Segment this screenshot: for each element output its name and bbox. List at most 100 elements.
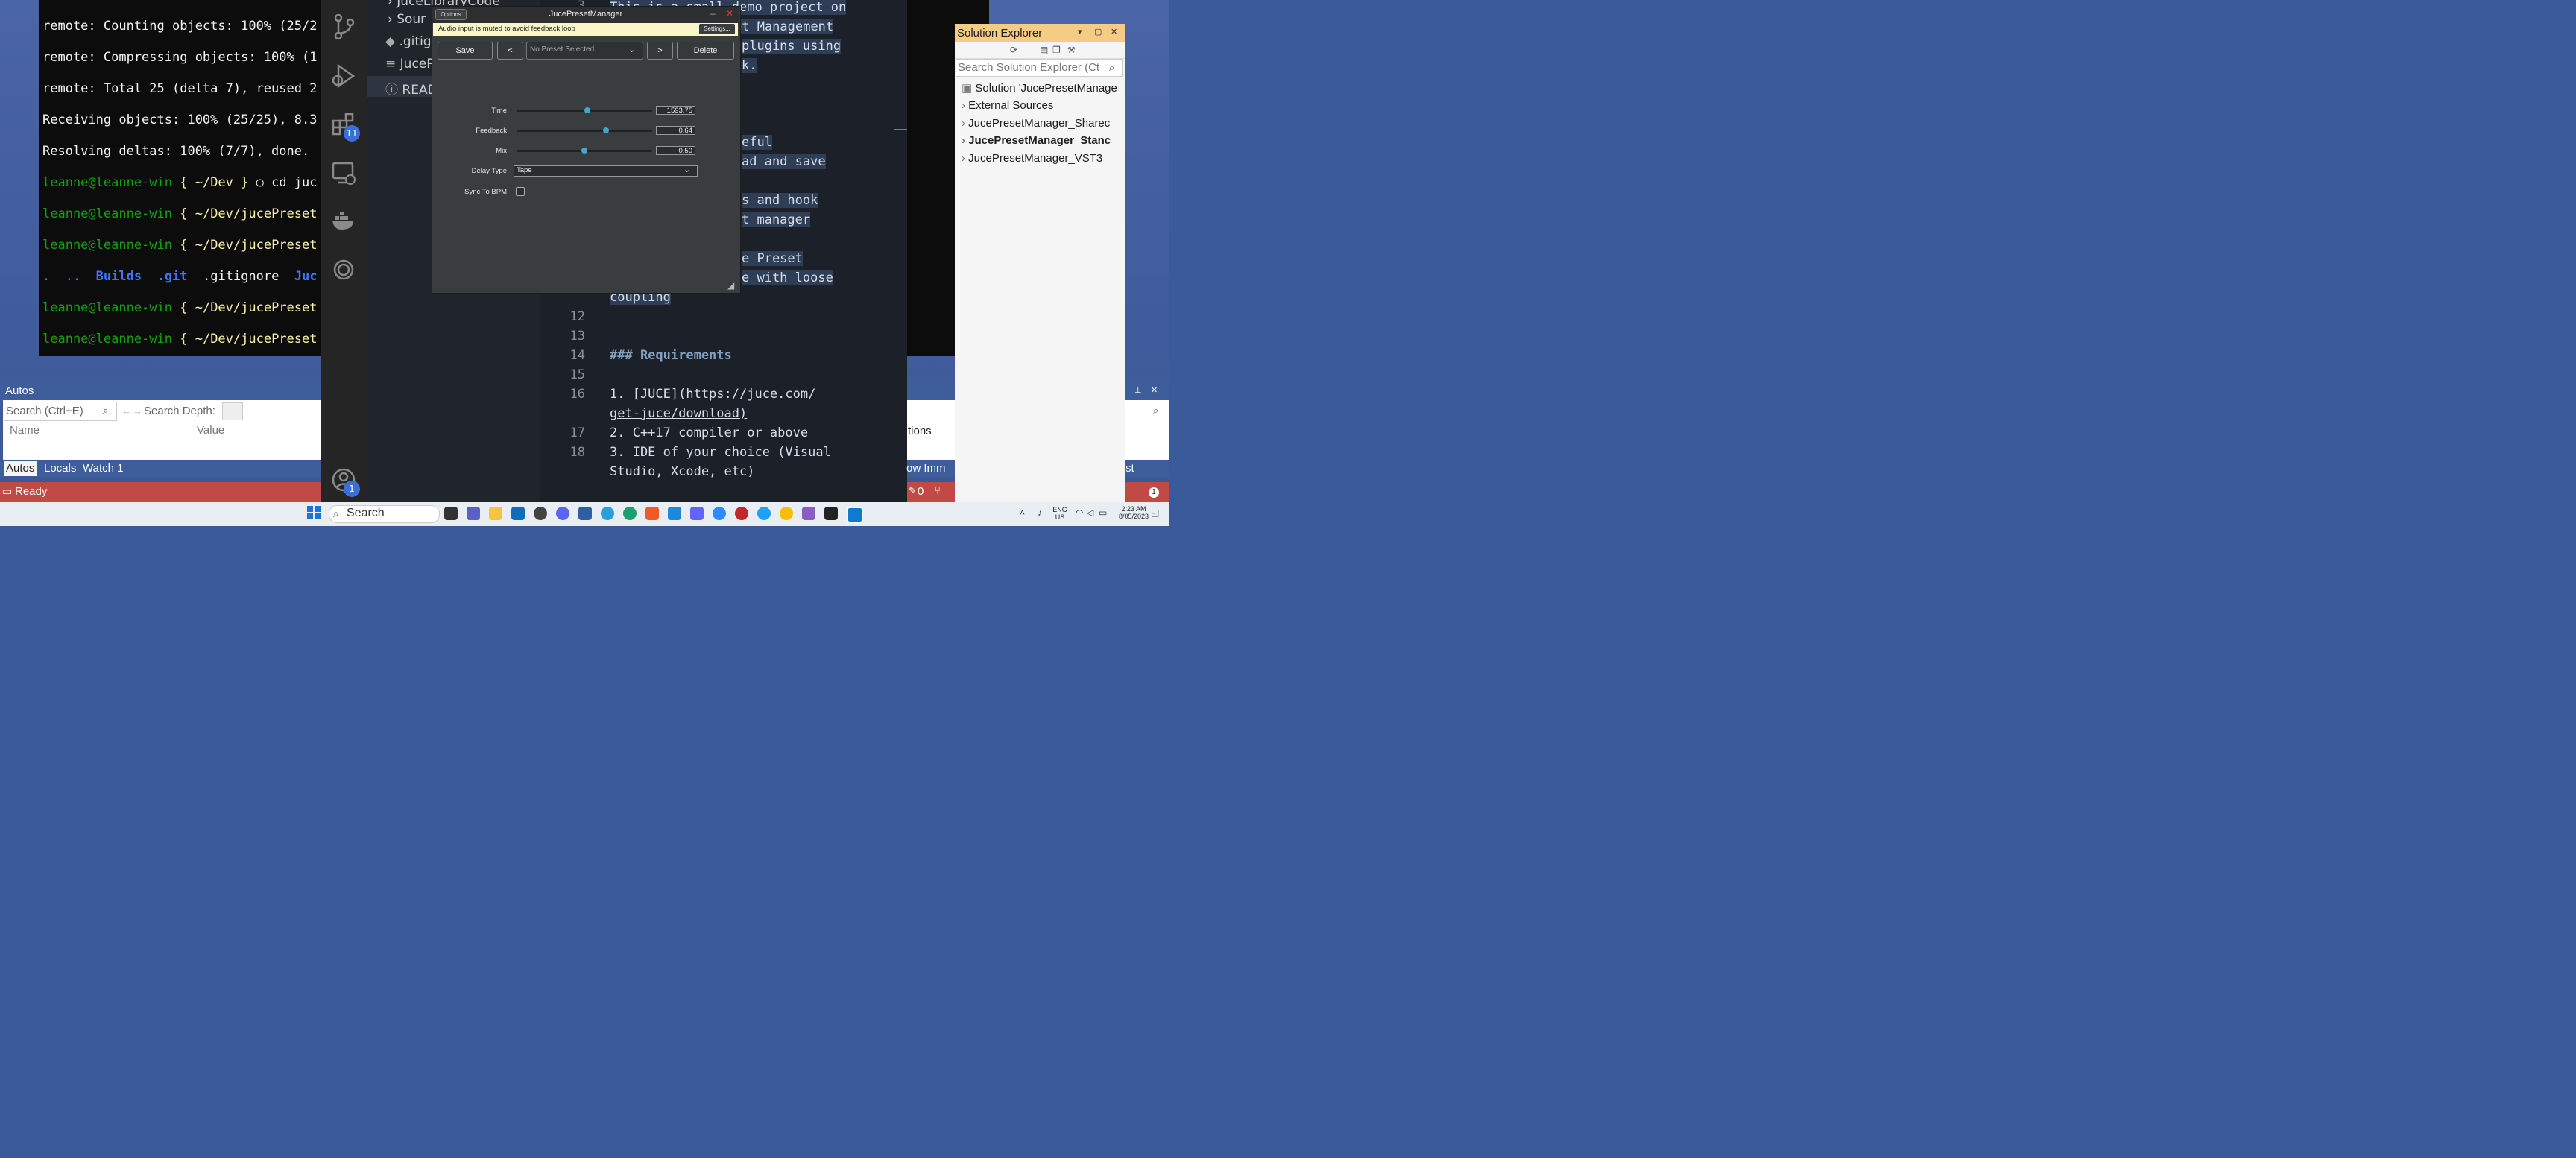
time-value-field[interactable]: 1593.75 [656, 106, 695, 115]
clock-time: 2:23 AM [1121, 505, 1146, 513]
line-number: 13 [569, 329, 585, 344]
wifi-icon[interactable]: ◠ [1076, 507, 1083, 518]
close-icon[interactable]: ✕ [1111, 27, 1117, 37]
juce-app-taskbar-icon[interactable] [847, 507, 863, 523]
run-debug-icon[interactable] [330, 63, 357, 89]
solution-explorer-title: Solution Explorer [957, 27, 1043, 39]
source-control-icon[interactable] [330, 13, 357, 40]
teams-icon[interactable] [467, 507, 480, 520]
tree-item-startup[interactable]: › JucePresetManager_Stanc [962, 134, 1111, 147]
delay-type-select[interactable] [514, 165, 698, 177]
volume-icon[interactable]: ◁ [1087, 507, 1093, 518]
tree-item[interactable]: › JucePresetManager_Sharec [962, 117, 1110, 130]
collapse-icon[interactable]: ▤ [1040, 45, 1048, 55]
microphone-icon[interactable]: ♪ [1038, 507, 1042, 518]
save-button[interactable]: Save [438, 42, 493, 60]
previous-preset-button[interactable]: < [497, 42, 523, 60]
remote-explorer-icon[interactable] [330, 160, 357, 187]
twitter-icon[interactable] [757, 507, 771, 520]
mix-slider-thumb[interactable] [581, 148, 587, 154]
tab-list[interactable]: st [1126, 462, 1134, 475]
tab-watch-1[interactable]: Watch 1 [80, 461, 125, 476]
time-slider-thumb[interactable] [584, 107, 590, 113]
telegram-icon[interactable] [601, 507, 614, 520]
search-icon: ⌕ [333, 507, 339, 519]
task-view-icon[interactable] [444, 507, 458, 520]
maximize-icon[interactable]: ▢ [1094, 27, 1102, 37]
explorer-item-file[interactable]: ◆ .gitig [385, 34, 432, 49]
search-icon[interactable]: ⌕ [1109, 62, 1114, 74]
next-preset-button[interactable]: > [647, 42, 673, 60]
terminal-taskbar-icon[interactable] [824, 507, 838, 520]
firefox-icon[interactable] [735, 507, 748, 520]
explorer-item-label: .gitig [399, 34, 432, 49]
settings-button[interactable]: Settings... [699, 24, 735, 34]
sync-to-bpm-checkbox[interactable] [516, 187, 525, 196]
region-label: US [1055, 513, 1065, 521]
dropdown-arrow-icon[interactable]: ▾ [1078, 27, 1082, 37]
resize-grip-icon[interactable]: ◢ [727, 280, 734, 291]
delete-button[interactable]: Delete [677, 42, 734, 60]
account-badge: 1 [344, 481, 360, 497]
discord-icon[interactable] [556, 507, 569, 520]
tree-item[interactable]: › JucePresetManager_VST3 [962, 152, 1102, 165]
tree-item[interactable]: ▣ Solution 'JucePresetManage [962, 81, 1117, 95]
column-header-value[interactable]: Value [197, 424, 224, 437]
chevron-up-icon[interactable]: ˄ [1020, 507, 1025, 518]
explorer-item-file[interactable]: ⓘ READ [385, 79, 438, 98]
sync-icon[interactable]: ⟳ [1010, 45, 1017, 55]
notification-icon[interactable]: ◱ [1151, 507, 1159, 518]
tree-item-label: JucePresetManager_Stanc [968, 134, 1111, 147]
terminal-prompt: leanne@leanne-win { ~/Dev } ○ cd juc [42, 175, 320, 191]
dell-icon[interactable] [534, 507, 547, 520]
branch-icon[interactable]: ⑂ [935, 485, 941, 496]
notification-badge[interactable]: 1 [1149, 487, 1159, 498]
explorer-item-label: JuceP [400, 57, 435, 72]
explorer-item-file[interactable]: ≡ JuceP [385, 57, 435, 72]
tab-immediate[interactable]: ow Imm [906, 462, 946, 475]
close-icon[interactable]: ✕ [1151, 385, 1158, 395]
explorer-item-folder[interactable]: › Sour [388, 12, 426, 27]
code-line: k. [742, 58, 757, 73]
close-icon[interactable]: ✕ [726, 8, 733, 19]
powershell-icon[interactable] [578, 507, 592, 520]
tab-autos[interactable]: Autos [4, 461, 37, 476]
chrome-icon[interactable] [780, 507, 793, 520]
pin-icon[interactable]: ⊥ [1134, 385, 1142, 395]
battery-icon[interactable]: ▭ [1099, 507, 1107, 518]
code-line: 2. C++17 compiler or above [610, 425, 809, 440]
file-lines-icon: ≡ [385, 57, 397, 72]
copy-icon[interactable]: ❐ [1052, 45, 1061, 55]
search-icon[interactable]: ⌕ [103, 405, 108, 417]
ls-juc: Juc [294, 269, 318, 284]
visual-studio-icon[interactable] [802, 507, 815, 520]
zoom-icon[interactable] [713, 507, 726, 520]
options-button[interactable]: Options [435, 9, 467, 20]
pencil-icon[interactable]: ✎ [909, 485, 917, 497]
feedback-slider[interactable] [517, 130, 652, 132]
search-depth-select[interactable] [222, 402, 243, 420]
mastodon-icon[interactable] [690, 507, 704, 520]
edge-icon[interactable] [623, 507, 637, 520]
language-indicator[interactable]: ENG US [1051, 506, 1069, 521]
wrench-icon[interactable]: ⚒ [1067, 45, 1076, 55]
brave-icon[interactable] [645, 507, 659, 520]
arrow-left-icon[interactable]: ← [121, 405, 131, 417]
minimize-icon[interactable]: – [710, 8, 716, 19]
chevron-down-icon: ⌄ [628, 45, 636, 54]
tree-item[interactable]: › External Sources [962, 99, 1053, 112]
tab-locals[interactable]: Locals [42, 461, 78, 476]
file-explorer-icon[interactable] [489, 507, 502, 520]
search-icon[interactable]: ⌕ [1153, 405, 1158, 417]
column-header-name[interactable]: Name [10, 424, 40, 437]
store-icon[interactable] [511, 507, 525, 520]
feedback-value-field[interactable]: 0.64 [656, 126, 695, 135]
arrow-right-icon[interactable]: → [133, 405, 142, 417]
mix-value-field[interactable]: 0.50 [656, 146, 695, 155]
solution-search-placeholder: Search Solution Explorer (Ct [958, 61, 1100, 74]
clock[interactable]: 2:23 AM 8/05/2023 [1115, 505, 1152, 520]
timeline-icon[interactable] [330, 258, 357, 285]
windows-start-icon[interactable] [307, 506, 322, 521]
docker-icon[interactable] [330, 210, 357, 237]
vscode-taskbar-icon[interactable] [668, 507, 681, 520]
